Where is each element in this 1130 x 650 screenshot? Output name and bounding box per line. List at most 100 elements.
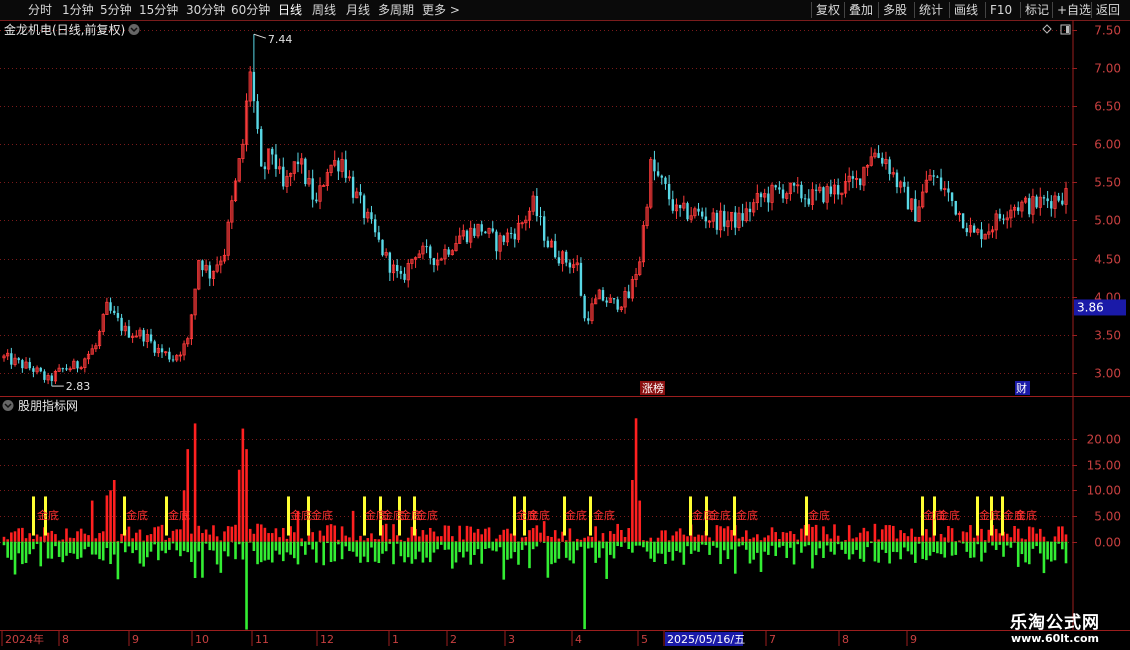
- indicator-bar-pos: [160, 524, 164, 542]
- indicator-bar-pos: [168, 537, 171, 542]
- candle-body: [686, 203, 689, 220]
- indicator-bar-neg: [546, 541, 550, 578]
- indicator-bar-pos: [79, 528, 83, 542]
- candle-body: [656, 171, 660, 176]
- indicator-bar-neg: [50, 541, 54, 559]
- candle-body: [377, 232, 381, 240]
- indicator-bar-neg: [208, 541, 212, 551]
- indicator-bar-neg: [10, 541, 13, 560]
- candle-body: [914, 198, 917, 222]
- indicator-bar-pos: [895, 538, 899, 542]
- indicator-bar-pos: [322, 535, 326, 542]
- indicator-bar-neg: [32, 541, 35, 550]
- candle-body: [171, 359, 175, 361]
- golden-bottom-label: 金底: [168, 508, 190, 522]
- main-chart-title: 金龙机电(日线,前复权): [4, 22, 125, 37]
- indicator-bar-neg: [741, 541, 744, 546]
- candle-body: [807, 198, 810, 205]
- indicator-bar-pos: [737, 538, 741, 542]
- indicator-bar-pos: [406, 537, 410, 542]
- indicator-bar-neg: [245, 541, 248, 630]
- indicator-bar-neg: [778, 541, 781, 548]
- candle-body: [903, 182, 906, 187]
- indicator-bar-pos: [329, 524, 333, 542]
- candle-body: [759, 193, 763, 198]
- indicator-bar-pos: [142, 540, 145, 542]
- indicator-bar-neg: [451, 541, 454, 569]
- indicator-bar-neg: [46, 541, 50, 559]
- candle-body: [734, 212, 737, 228]
- candle-body: [557, 257, 561, 264]
- indicator-bar-pos: [1020, 538, 1024, 542]
- indicator-bar-neg: [304, 541, 307, 555]
- indicator-bar-pos: [557, 538, 561, 542]
- indicator-bar-neg: [76, 541, 79, 560]
- indicator-dropdown-icon[interactable]: [2, 400, 14, 411]
- indicator-bar-neg: [267, 541, 270, 560]
- indicator-bar-pos: [65, 528, 68, 542]
- indicator-bar-neg: [711, 541, 715, 546]
- indicator-bar-neg: [171, 541, 175, 544]
- indicator-bar-neg: [1038, 541, 1042, 554]
- indicator-bar-neg: [348, 541, 351, 552]
- indicator-bar-pos: [171, 530, 175, 542]
- indicator-bar-pos: [792, 534, 796, 542]
- indicator-bar-neg: [921, 541, 924, 559]
- indicator-bar-pos: [939, 533, 943, 542]
- indicator-bar-neg: [473, 541, 476, 555]
- indicator-bar-pos: [61, 539, 65, 542]
- indicator-bar-pos: [994, 528, 998, 542]
- indicator-bar-neg: [822, 541, 825, 558]
- indicator-bar-pos: [451, 536, 454, 542]
- indicator-bar-pos: [520, 537, 524, 542]
- candle-body: [403, 273, 406, 280]
- indicator-bar-neg: [359, 541, 362, 563]
- indicator-bar-neg: [109, 541, 112, 565]
- kline-chart[interactable]: 7.507.006.506.005.505.004.504.003.503.00…: [0, 0, 1130, 650]
- indicator-bar-pos: [35, 534, 39, 542]
- indicator-bar-neg: [693, 541, 697, 551]
- indicator-bar-neg: [664, 541, 667, 564]
- indicator-bar-pos: [833, 524, 836, 542]
- candle-body: [109, 302, 112, 311]
- candle-body: [601, 290, 605, 301]
- indicator-bar-neg: [686, 541, 689, 547]
- main-title-dropdown-icon[interactable]: [128, 24, 140, 35]
- indicator-bar-pos: [943, 537, 947, 542]
- indicator-bar-pos: [781, 532, 785, 542]
- candle-body: [10, 353, 13, 365]
- indicator-bar-pos: [157, 526, 160, 542]
- indicator-bar-neg: [653, 541, 656, 562]
- indicator-bar-pos: [741, 536, 744, 542]
- candle-body: [792, 183, 796, 186]
- candle-body: [778, 187, 781, 190]
- indicator-bar-pos: [90, 500, 94, 542]
- indicator-bar-pos: [627, 528, 631, 542]
- candle-body: [509, 233, 513, 235]
- indicator-bar-pos: [958, 540, 961, 542]
- diamond-icon[interactable]: [1042, 24, 1052, 34]
- indicator-bar-pos: [594, 526, 597, 542]
- indicator-bar-neg: [201, 541, 204, 578]
- indicator-bar-neg: [1020, 541, 1024, 555]
- indicator-bar-pos: [631, 480, 634, 542]
- indicator-bar-pos: [774, 532, 777, 542]
- indicator-bar-pos: [241, 428, 245, 542]
- candle-body: [160, 348, 164, 353]
- indicator-bar-neg: [531, 541, 535, 550]
- indicator-bar-pos: [1024, 539, 1027, 542]
- indicator-bar-neg: [638, 541, 642, 546]
- indicator-bar-pos: [54, 534, 57, 542]
- indicator-bar-pos: [1053, 536, 1057, 542]
- indicator-bar-neg: [116, 541, 120, 580]
- candle-body: [491, 228, 494, 232]
- indicator-bar-pos: [120, 533, 123, 542]
- indicator-bar-neg: [800, 541, 803, 553]
- candle-body: [998, 213, 1002, 219]
- candle-body: [344, 159, 347, 178]
- candle-body: [1061, 200, 1064, 205]
- indicator-bar-neg: [642, 541, 645, 548]
- indicator-bar-pos: [208, 534, 212, 542]
- candle-body: [1028, 198, 1031, 215]
- indicator-bar-neg: [568, 541, 572, 561]
